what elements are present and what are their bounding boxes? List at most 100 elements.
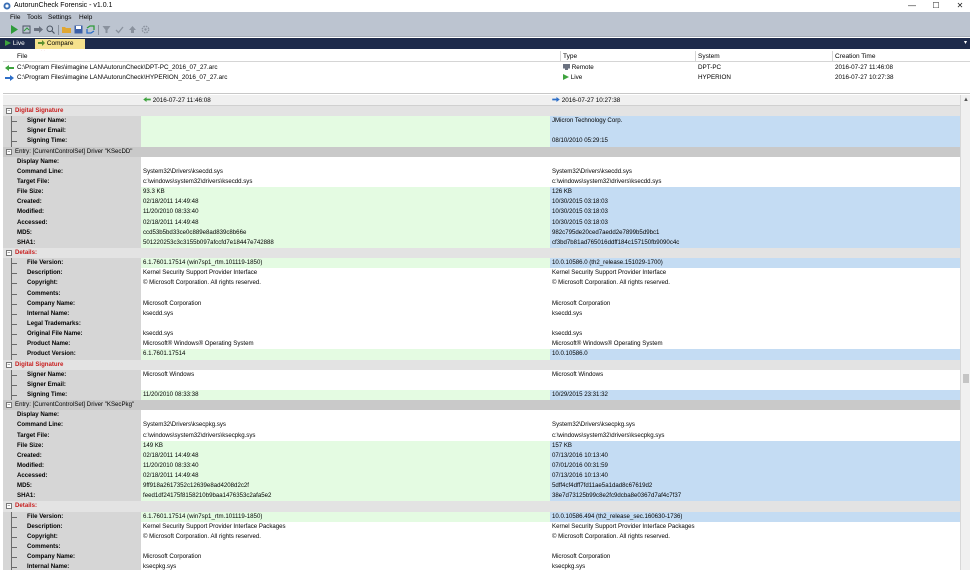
scan-icon[interactable] <box>22 25 31 34</box>
property-row[interactable]: Comments: <box>3 288 960 299</box>
column-header-system[interactable]: System <box>698 53 720 60</box>
property-row[interactable]: Description: Kernel Security Support Prov… <box>3 521 960 532</box>
property-row[interactable]: Signer Name: JMicron Technology Corp. <box>3 116 960 127</box>
tab-live[interactable]: Live <box>2 39 34 49</box>
property-row[interactable]: Product Version: 6.1.7601.17514 10.0.10586… <box>3 349 960 360</box>
property-row[interactable]: Internal Name: ksecdd.sys ksecdd.sys <box>3 308 960 319</box>
section-header[interactable]: − Digital Signature <box>3 106 960 117</box>
refresh-icon[interactable] <box>86 25 95 34</box>
property-row[interactable]: Modified: 11/20/2010 08:33:40 07/01/2016 0… <box>3 460 960 472</box>
property-label-cell: Copyright: <box>3 531 141 543</box>
right-value: 38e7d73125b99c8e2fc9dcba8e0367d7af4c7f37 <box>552 492 682 500</box>
column-header-file[interactable]: File <box>17 53 27 60</box>
section-header[interactable]: − Details: <box>3 501 960 512</box>
collapse-toggle-icon[interactable]: − <box>6 503 12 510</box>
close-window-button[interactable]: ✕ <box>946 0 970 11</box>
property-row[interactable]: Company Name: Microsoft Corporation Micros… <box>3 298 960 309</box>
menu-file[interactable]: File <box>10 14 20 21</box>
file-list-row[interactable]: C:\Program Files\imagine LAN\AutorunChec… <box>3 73 970 83</box>
upload-icon[interactable] <box>128 25 137 34</box>
property-row[interactable]: Signing Time: 11/20/2010 08:33:38 10/29/20… <box>3 389 960 401</box>
right-value-cell: c:\windows\system32\drivers\ksecpkg.sys <box>550 430 960 441</box>
right-value-cell <box>550 379 960 390</box>
column-header-creation-time[interactable]: Creation Time <box>835 53 875 60</box>
collapse-toggle-icon[interactable]: − <box>6 361 12 368</box>
menu-settings[interactable]: Settings <box>48 14 72 21</box>
scroll-up-icon[interactable]: ▲ <box>963 97 969 103</box>
property-row[interactable]: Created: 02/18/2011 14:49:48 10/30/2015 03… <box>3 197 960 208</box>
property-row[interactable]: Accessed: 02/18/2011 14:49:48 10/30/2015 0… <box>3 217 960 228</box>
collapse-toggle-icon[interactable]: − <box>6 402 12 409</box>
section-header[interactable]: − Details: <box>3 247 960 259</box>
column-divider[interactable] <box>832 51 833 62</box>
file-list-row[interactable]: C:\Program Files\imagine LAN\AutorunChec… <box>3 63 970 73</box>
property-row[interactable]: Description: Kernel Security Support Prov… <box>3 268 960 279</box>
menu-help[interactable]: Help <box>79 14 92 21</box>
property-row[interactable]: File Size: 93.3 KB 126 KB <box>3 187 960 198</box>
property-row[interactable]: Original File Name: ksecdd.sys ksecdd.sys <box>3 329 960 340</box>
property-row[interactable]: Modified: 11/20/2010 08:33:40 10/30/2015 0… <box>3 207 960 218</box>
check-icon[interactable] <box>115 25 124 34</box>
property-row[interactable]: Command Line: System32\Drivers\ksecdd.sys… <box>3 166 960 177</box>
property-label: Signing Time: <box>27 390 68 398</box>
column-divider[interactable] <box>695 51 696 62</box>
property-row[interactable]: Comments: <box>3 542 960 553</box>
column-divider[interactable] <box>560 51 561 62</box>
property-row[interactable]: Display Name: <box>3 410 960 421</box>
run-icon[interactable] <box>10 25 19 34</box>
property-row[interactable]: Internal Name: ksecpkg.sys ksecpkg.sys <box>3 562 960 570</box>
property-row[interactable]: File Version: 6.1.7601.17514 (win7sp1_rtm… <box>3 258 960 269</box>
filter-icon[interactable] <box>102 25 111 34</box>
property-row[interactable]: File Size: 149 KB 157 KB <box>3 440 960 451</box>
property-row[interactable]: Company Name: Microsoft Corporation Micros… <box>3 552 960 563</box>
entry-header[interactable]: − Entry: [CurrentControlSet] Driver "KSec… <box>3 146 960 157</box>
collapse-toggle-icon[interactable]: − <box>6 108 12 114</box>
file-type: Live <box>563 74 582 81</box>
property-row[interactable]: SHA1: feed1df24175f8158210b9baa1476353c2a… <box>3 491 960 502</box>
property-row[interactable]: Product Name: Microsoft® Windows® Operati… <box>3 339 960 350</box>
property-row[interactable]: Created: 02/18/2011 14:49:48 07/13/2016 10… <box>3 450 960 461</box>
property-row[interactable]: Signer Email: <box>3 126 960 137</box>
property-row[interactable]: Signing Time: 08/10/2010 05:29:15 <box>3 136 960 147</box>
property-label: Internal Name: <box>27 563 70 570</box>
collapse-toggle-icon[interactable]: − <box>6 148 12 155</box>
property-row[interactable]: Signer Name: Microsoft Windows Microsoft W… <box>3 369 960 380</box>
tab-compare[interactable]: Compare ✕ <box>35 39 85 57</box>
property-row[interactable]: File Version: 6.1.7601.17514 (win7sp1_rtm… <box>3 511 960 522</box>
property-row[interactable]: SHA1: 501220253c3c3155b097afccfd7e18447e7… <box>3 237 960 248</box>
column-header-type[interactable]: Type <box>563 53 577 60</box>
compare-icon[interactable] <box>34 25 43 34</box>
left-value: 02/18/2011 14:49:48 <box>143 198 199 206</box>
compare-grid: − Digital Signature Signer Name: JMicron Te… <box>3 106 960 570</box>
property-label: Signer Name: <box>27 117 67 125</box>
property-row[interactable]: MD5: ccd53b5bd33ce0c889e8ad839c8b66e 982c7… <box>3 227 960 238</box>
property-label: Copyright: <box>27 279 58 287</box>
scroll-thumb[interactable] <box>963 374 969 383</box>
menu-tools[interactable]: Tools <box>27 14 42 21</box>
search-icon[interactable] <box>46 25 55 34</box>
folder-icon[interactable] <box>62 25 71 34</box>
property-row[interactable]: Accessed: 02/18/2011 14:49:48 07/13/2016 1… <box>3 471 960 482</box>
property-row[interactable]: MD5: 9ff918a2617352c12639e8ad4208d2c2f 5df… <box>3 481 960 492</box>
property-row[interactable]: Target File: c:\windows\system32\drivers\… <box>3 176 960 188</box>
tab-menu-icon[interactable]: ▾ <box>964 39 967 46</box>
property-row[interactable]: Copyright: © Microsoft Corporation. All r… <box>3 531 960 543</box>
right-value: Microsoft Windows <box>552 370 604 378</box>
property-row[interactable]: Display Name: <box>3 156 960 167</box>
left-value: Microsoft Windows <box>143 370 195 378</box>
property-row[interactable]: Legal Trademarks: <box>3 318 960 330</box>
property-row[interactable]: Copyright: © Microsoft Corporation. All r… <box>3 278 960 289</box>
save-icon[interactable] <box>74 25 83 34</box>
section-header[interactable]: − Digital Signature <box>3 359 960 370</box>
settings-icon[interactable] <box>141 25 150 34</box>
tab-strip: Live Compare ✕ ▾ <box>0 38 970 57</box>
left-value: ccd53b5bd33ce0c889e8ad839c8b66e <box>143 228 247 236</box>
property-row[interactable]: Signer Email: <box>3 379 960 390</box>
vertical-scrollbar[interactable]: ▲ <box>960 95 970 570</box>
entry-header[interactable]: − Entry: [CurrentControlSet] Driver "KSec… <box>3 400 960 411</box>
left-value: 02/18/2011 14:49:48 <box>143 451 199 459</box>
collapse-toggle-icon[interactable]: − <box>6 249 12 256</box>
property-row[interactable]: Target File: c:\windows\system32\drivers\… <box>3 430 960 441</box>
property-row[interactable]: Command Line: System32\Drivers\ksecpkg.sy… <box>3 420 960 431</box>
left-value-cell: 11/20/2010 08:33:40 <box>141 460 550 472</box>
